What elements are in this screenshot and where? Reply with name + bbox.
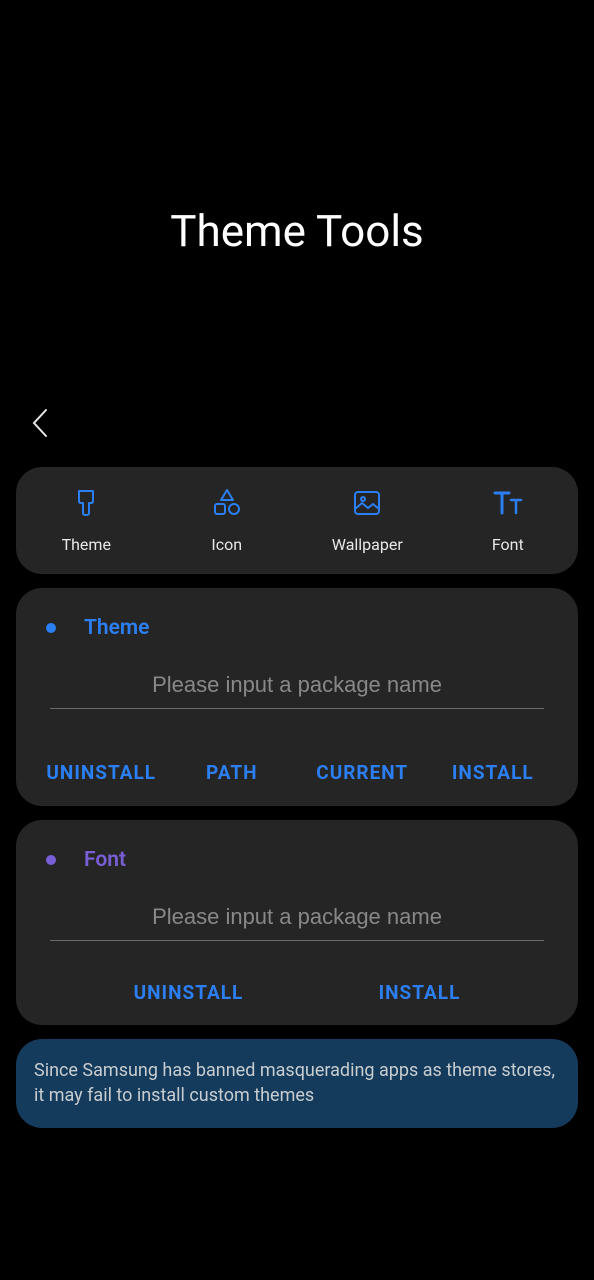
font-icon <box>492 487 524 519</box>
notice-banner: Since Samsung has banned masquerading ap… <box>16 1039 578 1128</box>
wallpaper-icon <box>351 487 383 519</box>
theme-icon <box>70 487 102 519</box>
tab-wallpaper[interactable]: Wallpaper <box>297 487 438 554</box>
tab-theme-label: Theme <box>62 535 111 554</box>
font-package-input[interactable] <box>50 904 544 941</box>
font-uninstall-button[interactable]: UNINSTALL <box>134 981 244 1006</box>
page-title: Theme Tools <box>0 0 594 407</box>
tab-font[interactable]: Font <box>438 487 579 554</box>
font-section-title: Font <box>84 848 126 872</box>
tab-wallpaper-label: Wallpaper <box>332 535 403 554</box>
theme-current-button[interactable]: CURRENT <box>302 761 422 786</box>
theme-uninstall-button[interactable]: UNINSTALL <box>41 761 161 786</box>
category-tabs: Theme Icon Wallpaper <box>16 467 578 574</box>
back-button[interactable] <box>0 407 594 467</box>
font-bullet-icon <box>46 855 56 865</box>
font-section: Font UNINSTALL INSTALL <box>16 820 578 1026</box>
icon-icon <box>211 487 243 519</box>
tab-icon-label: Icon <box>211 535 242 554</box>
theme-section: Theme UNINSTALL PATH CURRENT INSTALL <box>16 588 578 806</box>
chevron-left-icon <box>30 407 50 439</box>
theme-path-button[interactable]: PATH <box>172 761 292 786</box>
theme-package-input[interactable] <box>50 672 544 709</box>
theme-section-title: Theme <box>84 616 149 640</box>
tab-font-label: Font <box>492 535 524 554</box>
notice-text: Since Samsung has banned masquerading ap… <box>34 1059 560 1108</box>
tab-icon[interactable]: Icon <box>157 487 298 554</box>
theme-bullet-icon <box>46 623 56 633</box>
theme-install-button[interactable]: INSTALL <box>433 761 553 786</box>
tab-theme[interactable]: Theme <box>16 487 157 554</box>
font-install-button[interactable]: INSTALL <box>379 981 461 1006</box>
